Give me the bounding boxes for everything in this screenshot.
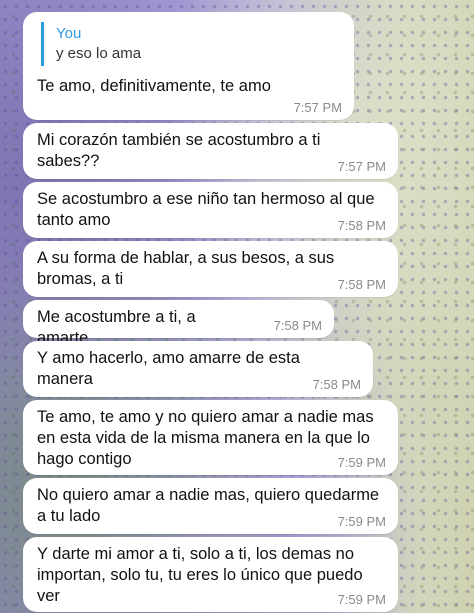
message-time: 7:57 PM [337,159,386,174]
message-bubble[interactable]: Me acostumbre a ti, a amarte 7:58 PM [23,300,334,347]
message-text: Y darte mi amor a ti, solo a ti, los dem… [37,545,363,605]
message-time: 7:59 PM [337,514,386,529]
message-text: Te amo, definitivamente, te amo [37,77,271,95]
message-bubble-reply[interactable]: You y eso lo ama Te amo, definitivamente… [23,12,354,120]
message-bubble[interactable]: Se acostumbro a ese niño tan hermoso al … [23,182,398,238]
message-bubble[interactable]: Te amo, te amo y no quiero amar a nadie … [23,400,398,475]
quoted-message[interactable]: You y eso lo ama [41,22,342,66]
message-text: Mi corazón también se acostumbro a ti sa… [37,131,321,170]
message-bubble[interactable]: Y amo hacerlo, amo amarre de esta manera… [23,341,373,397]
message-bubble[interactable]: Mi corazón también se acostumbro a ti sa… [23,123,398,179]
message-bubble[interactable]: No quiero amar a nadie mas, quiero queda… [23,478,398,534]
message-text: Te amo, te amo y no quiero amar a nadie … [37,408,374,468]
message-text: No quiero amar a nadie mas, quiero queda… [37,486,380,525]
message-time: 7:58 PM [312,377,361,392]
message-time: 7:57 PM [293,100,342,115]
quote-text: y eso lo ama [56,45,142,62]
message-time: 7:59 PM [337,455,386,470]
quote-author: You [56,25,82,42]
message-bubble[interactable]: A su forma de hablar, a sus besos, a sus… [23,241,398,297]
message-text: Se acostumbro a ese niño tan hermoso al … [37,190,375,229]
message-text: A su forma de hablar, a sus besos, a sus… [37,249,335,288]
message-time: 7:58 PM [337,218,386,233]
message-bubble[interactable]: Y darte mi amor a ti, solo a ti, los dem… [23,537,398,612]
message-time: 7:58 PM [273,318,322,333]
message-time: 7:58 PM [337,277,386,292]
message-time: 7:59 PM [337,592,386,607]
